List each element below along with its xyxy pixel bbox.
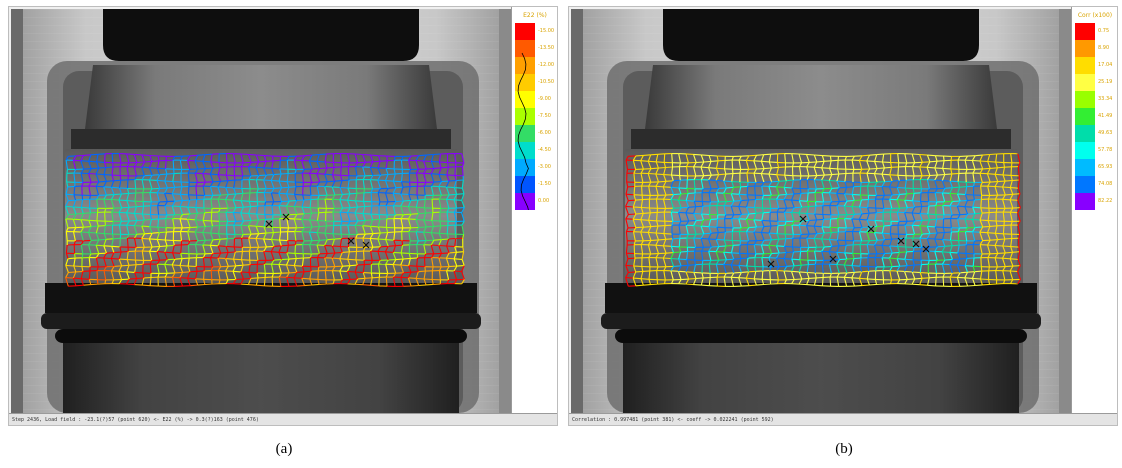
caption-a: (a) [275, 441, 293, 457]
colorbar-label: 8.90 [1098, 45, 1110, 51]
colorbar-labels: -15.00 -13.50 -12.00 -10.50 -9.00 -7.50 -6.00 -… [535, 23, 557, 210]
xray-specimen-image [11, 9, 511, 413]
colorbar-label: 57.78 [1098, 147, 1113, 153]
colorbar-swatch [1075, 40, 1095, 57]
panel-b-viewer: Corr (x100) 0.75 8.90 17.04 25.19 33.34 41.49… [568, 6, 1118, 426]
colorbar-label: 49.63 [1098, 130, 1113, 136]
colorbar-label: -13.50 [538, 45, 555, 51]
colorbar-label: -12.00 [538, 62, 555, 68]
colorbar-label: -1.50 [538, 181, 551, 187]
colorbar-b: Corr (x100) 0.75 8.90 17.04 25.19 33.34 41.49… [1071, 7, 1117, 413]
colorbar-label: -10.50 [538, 79, 555, 85]
panel-a-viewer: E22 (%) -15.00 -13.50 -12.00 -10.50 -9.00 -7.… [8, 6, 558, 426]
colorbar-label: 74.08 [1098, 181, 1113, 187]
colorbar-label: 33.34 [1098, 96, 1113, 102]
colorbar-swatch [1075, 23, 1095, 40]
colorbar-swatch [1075, 108, 1095, 125]
colorbar-label: 65.93 [1098, 164, 1113, 170]
colorbar-label: 82.22 [1098, 198, 1113, 204]
colorbar-swatch [1075, 91, 1095, 108]
colorbar-label: -6.00 [538, 130, 551, 136]
colorbar-swatch [1075, 193, 1095, 210]
colorbar-labels: 0.75 8.90 17.04 25.19 33.34 41.49 49.63 57.78 65… [1095, 23, 1117, 210]
colorbar-swatch [1075, 159, 1095, 176]
colorbar-label: -7.50 [538, 113, 551, 119]
colorbar-label: -3.00 [538, 164, 551, 170]
xray-image-b[interactable] [571, 9, 1071, 413]
colorbar-label: 0.75 [1098, 28, 1110, 34]
colorbar-a: E22 (%) -15.00 -13.50 -12.00 -10.50 -9.00 -7.… [511, 7, 557, 413]
colorbar-swatch [1075, 176, 1095, 193]
status-bar: Step 2436, Load field : -23.1(?)57 (poin… [9, 413, 557, 425]
caption-b: (b) [835, 441, 853, 457]
colorbar-label: 17.04 [1098, 62, 1113, 68]
xray-image-a[interactable] [11, 9, 511, 413]
colorbar-swatch [1075, 74, 1095, 91]
xray-specimen-image [571, 9, 1071, 413]
colorbar-title: Corr (x100) [1077, 12, 1113, 19]
colorbar-label: 41.49 [1098, 113, 1113, 119]
colorbar-title: E22 (%) [523, 12, 547, 19]
colorbar-profile-line [517, 52, 529, 210]
colorbar-swatch [1075, 142, 1095, 159]
colorbar-label: 25.19 [1098, 79, 1113, 85]
colorbar-swatches [1075, 23, 1095, 210]
status-bar: Correlation : 0.997481 (point 381) <- co… [569, 413, 1117, 425]
colorbar-label: 0.00 [538, 198, 550, 204]
colorbar-label: -4.50 [538, 147, 551, 153]
colorbar-swatch [1075, 125, 1095, 142]
colorbar-label: -15.00 [538, 28, 555, 34]
colorbar-label: -9.00 [538, 96, 551, 102]
colorbar-swatch [1075, 57, 1095, 74]
